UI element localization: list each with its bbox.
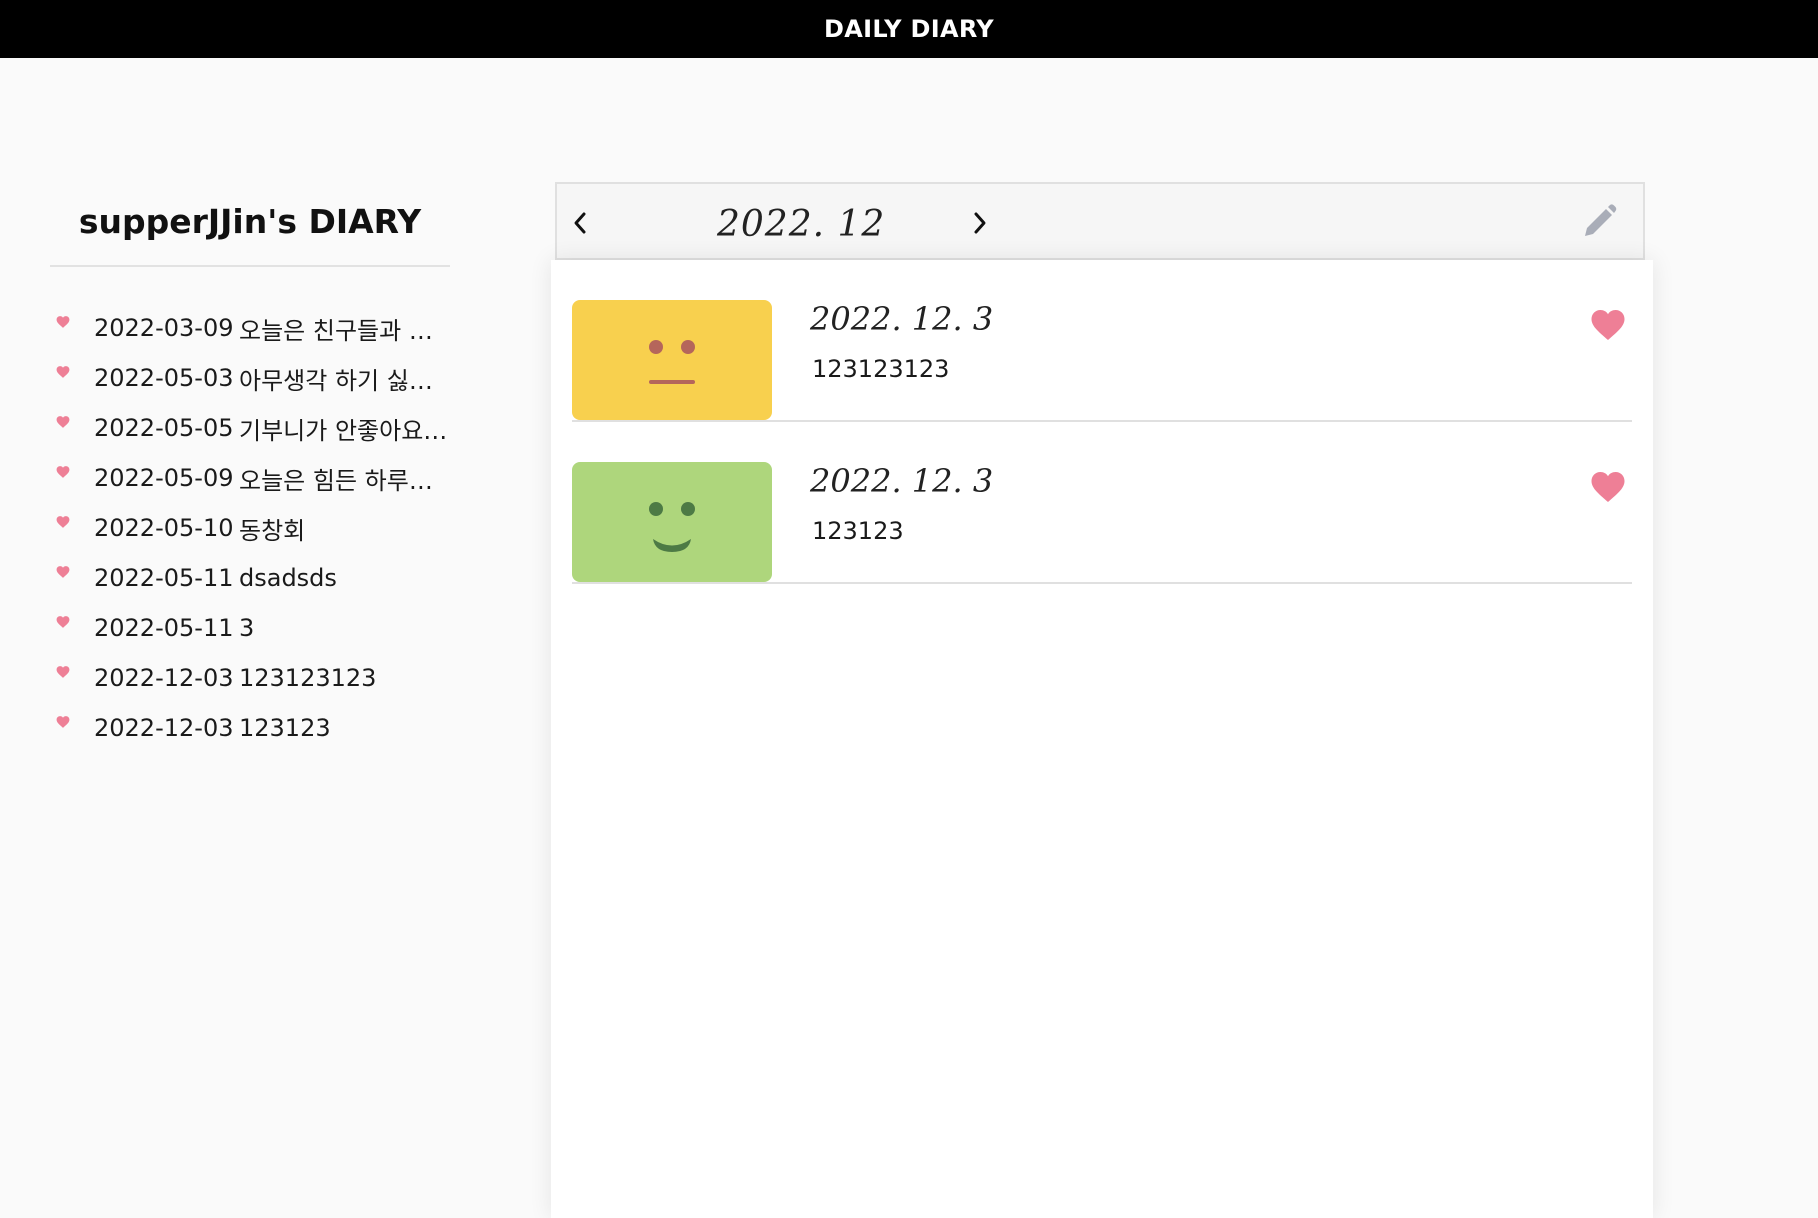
entry-item[interactable]: 2022-05-11 3 [50, 603, 450, 653]
sidebar: supperJJin's DIARY 2022-03-09 오늘은 친구들과 함… [50, 190, 450, 753]
app-title: DAILY DIARY [824, 15, 994, 43]
entry-item[interactable]: 2022-05-05 기부니가 안좋아요 … [50, 403, 450, 453]
entry-text: 아무생각 하기 싫어… [239, 366, 450, 395]
entry-list: 2022-03-09 오늘은 친구들과 함께 2022-05-03 아무생각 하… [50, 303, 450, 753]
entry-date: 2022-05-11 [94, 564, 234, 592]
pencil-icon [1585, 204, 1617, 236]
heart-icon [56, 716, 70, 728]
next-month-button[interactable] [965, 208, 995, 238]
entry-date: 2022-03-09 [94, 314, 234, 342]
entry-text: dsadsds [239, 564, 337, 592]
chevron-right-icon [974, 212, 986, 234]
write-diary-button[interactable] [1579, 202, 1619, 242]
heart-icon [56, 566, 70, 578]
app-header: DAILY DIARY [0, 0, 1818, 58]
entry-date: 2022-12-03 [94, 664, 234, 692]
sidebar-title: supperJJin's DIARY [50, 190, 450, 267]
heart-icon [56, 466, 70, 478]
neutral-face-icon [649, 340, 695, 384]
entry-item[interactable]: 2022-03-09 오늘은 친구들과 함께 [50, 303, 450, 353]
card-date: 2022. 12. 3 [810, 462, 994, 500]
heart-icon[interactable] [1590, 308, 1626, 342]
card-text: 123123123 [812, 355, 950, 383]
entry-item[interactable]: 2022-05-10 동창회 [50, 503, 450, 553]
card-date: 2022. 12. 3 [810, 300, 994, 338]
month-navigation: 2022. 12 [555, 182, 1645, 260]
card-text: 123123 [812, 517, 904, 545]
entry-item[interactable]: 2022-12-03 123123 [50, 703, 450, 753]
heart-icon[interactable] [1590, 470, 1626, 504]
heart-icon [56, 366, 70, 378]
entry-text: 123123123 [239, 664, 377, 692]
diary-card[interactable]: 2022. 12. 3 123123123 [572, 260, 1632, 422]
entry-date: 2022-05-09 [94, 464, 234, 492]
entry-date: 2022-05-05 [94, 414, 234, 442]
diary-card[interactable]: 2022. 12. 3 123123 [572, 422, 1632, 584]
entry-text: 오늘은 힘든 하루였… [239, 466, 450, 495]
heart-icon [56, 666, 70, 678]
entry-date: 2022-05-11 [94, 614, 234, 642]
heart-icon [56, 416, 70, 428]
mood-thumbnail [572, 462, 772, 582]
chevron-left-icon [574, 212, 586, 234]
entry-date: 2022-12-03 [94, 714, 234, 742]
entry-date: 2022-05-03 [94, 364, 234, 392]
mood-thumbnail [572, 300, 772, 420]
entry-item[interactable]: 2022-05-09 오늘은 힘든 하루였… [50, 453, 450, 503]
happy-face-icon [649, 502, 695, 552]
entry-text: 3 [239, 614, 255, 642]
heart-icon [56, 316, 70, 328]
entry-item[interactable]: 2022-12-03 123123123 [50, 653, 450, 703]
heart-icon [56, 616, 70, 628]
entry-text: 기부니가 안좋아요 … [239, 416, 450, 445]
entry-text: 123123 [239, 714, 331, 742]
diary-list-panel: 2022. 12. 3 123123123 2022. 12. 3 123123 [551, 260, 1653, 1218]
entry-text: 오늘은 친구들과 함께 [239, 316, 450, 345]
heart-icon [56, 516, 70, 528]
entry-text: 동창회 [239, 516, 306, 545]
current-month: 2022. 12 [717, 204, 886, 245]
prev-month-button[interactable] [565, 208, 595, 238]
entry-item[interactable]: 2022-05-03 아무생각 하기 싫어… [50, 353, 450, 403]
entry-item[interactable]: 2022-05-11 dsadsds [50, 553, 450, 603]
entry-date: 2022-05-10 [94, 514, 234, 542]
